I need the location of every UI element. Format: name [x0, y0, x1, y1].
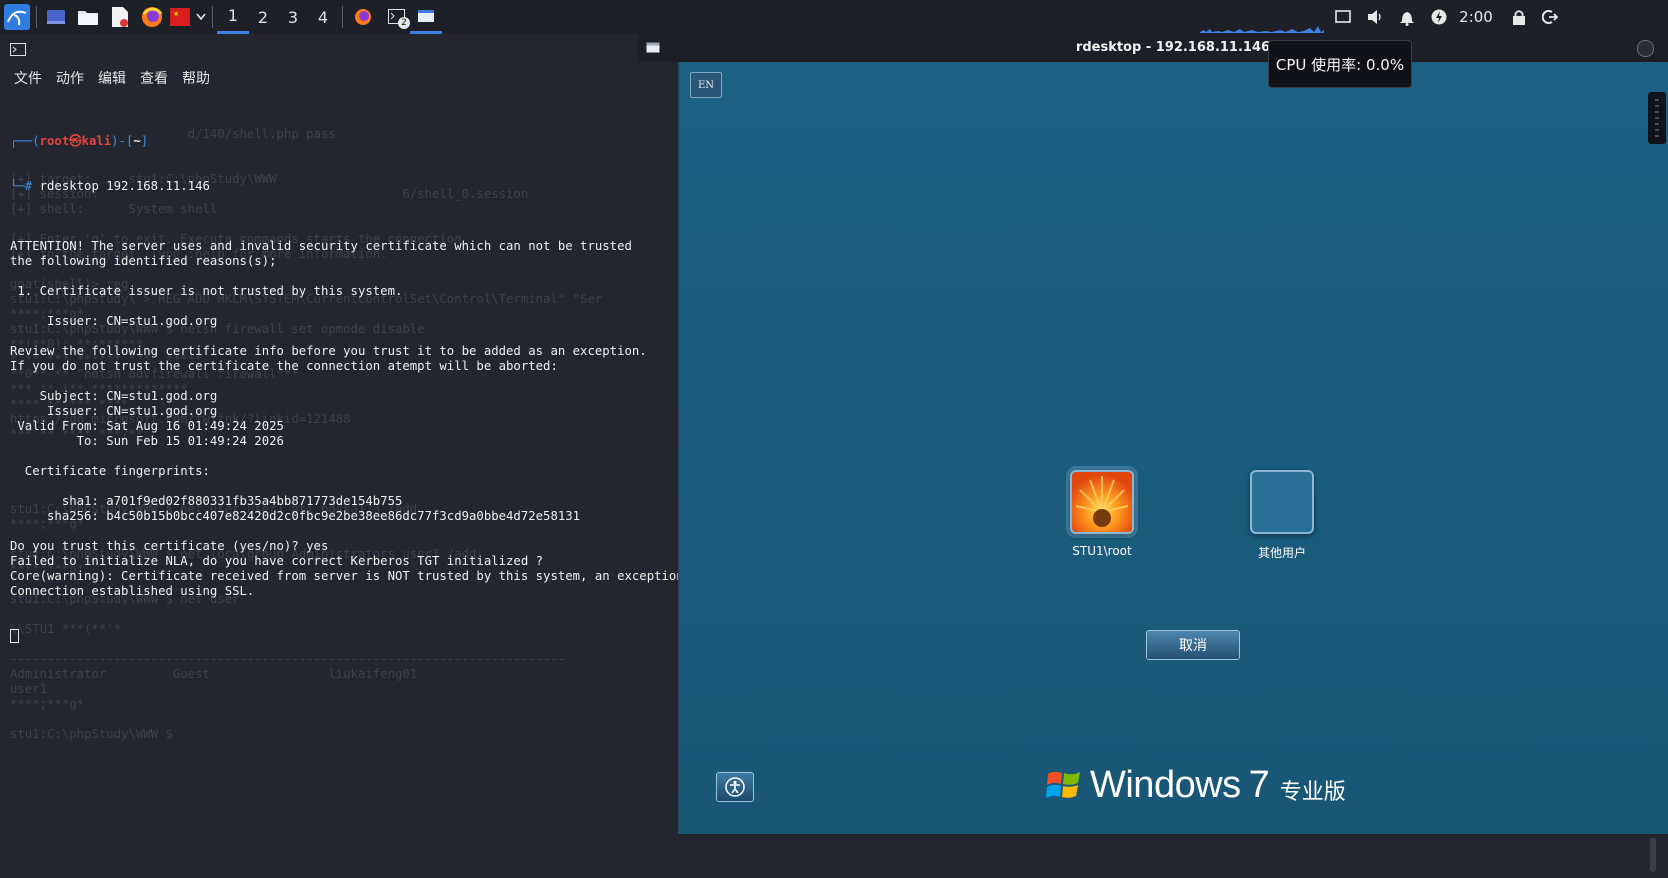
minimize-button[interactable] [1637, 40, 1654, 57]
terminal-line: sha256: b4c50b15b0bcc407e82420d2c0fbc9e2… [10, 509, 581, 523]
cancel-button[interactable]: 取消 [1146, 630, 1240, 660]
kali-menu-icon[interactable] [2, 0, 32, 34]
firefox-task-icon[interactable] [350, 0, 376, 34]
rdesktop-titlebar[interactable]: rdesktop - 192.168.11.146 [646, 34, 1668, 62]
screen-icon[interactable] [1332, 0, 1354, 34]
terminal-line: sha1: a701f9ed02f880331fb35a4bb871773de1… [10, 494, 403, 508]
cpu-graph[interactable] [1200, 20, 1324, 33]
prompt-user: root㉿kali [39, 134, 112, 148]
workspace-2[interactable]: 2 [247, 0, 279, 34]
cpu-usage-tooltip: CPU 使用率: 0.0% [1268, 40, 1412, 88]
taskbar: ★ 1 2 3 4 2 2:00 [0, 0, 1668, 35]
file-manager-icon[interactable] [74, 0, 102, 34]
rdesktop-window-icon [646, 42, 660, 53]
terminal-cursor-line [10, 629, 678, 644]
prompt-line-2: └─# rdesktop 192.168.11.146 [10, 179, 210, 193]
prompt-dir: ~ [133, 134, 141, 148]
ghost-line [10, 67, 678, 82]
terminal-line: Do you trust this certificate (yes/no)? … [10, 539, 329, 553]
lock-icon[interactable] [1508, 0, 1530, 34]
svg-text:★: ★ [173, 10, 179, 18]
show-desktop-icon[interactable] [42, 0, 70, 34]
ghost-line: stu1:C:\phpStudy\WWW $ [10, 727, 181, 741]
rdesktop-task-icon[interactable] [410, 0, 442, 34]
text-editor-icon[interactable] [106, 0, 134, 34]
brand-version: 7 [1248, 763, 1270, 806]
terminal-output[interactable]: ┌──(root㉿kali)-[~] └─# rdesktop 192.168.… [10, 104, 678, 674]
typed-command: rdesktop 192.168.11.146 [39, 179, 210, 193]
terminal-line: To: Sun Feb 15 01:49:24 2026 [10, 434, 284, 448]
ghost-line [10, 712, 678, 727]
terminal-window: 文件 动作 编辑 查看 帮助 d/140/shell.php pass [+] t… [0, 34, 678, 878]
language-button[interactable]: EN [690, 72, 722, 98]
windows-logo-icon [1046, 771, 1080, 798]
logout-icon[interactable] [1538, 0, 1562, 34]
scroll-handle[interactable] [1648, 92, 1666, 144]
other-user-avatar [1250, 470, 1314, 534]
terminal-task-icon[interactable]: 2 [382, 0, 412, 34]
task-count-badge: 2 [398, 17, 410, 29]
brand-windows: Windows [1090, 763, 1241, 806]
user-name-root: STU1\root [1072, 544, 1132, 558]
window-title: rdesktop - 192.168.11.146 [1075, 40, 1271, 55]
terminal-line: Failed to initialize NLA, do you have co… [10, 554, 544, 568]
user-name-other: 其他用户 [1257, 546, 1306, 560]
workspace-3[interactable]: 3 [277, 0, 309, 34]
workspace-1[interactable]: 1 [217, 0, 249, 34]
volume-icon[interactable] [1364, 0, 1386, 34]
terminal-line: 1. Certificate issuer is not trusted by … [10, 284, 403, 298]
user-avatar [1070, 470, 1134, 534]
workspace-4[interactable]: 4 [307, 0, 339, 34]
terminal-line: ATTENTION! The server uses and invalid s… [10, 239, 632, 253]
terminal-line: Core(warning): Certificate received from… [10, 569, 678, 583]
terminal-line: Subject: CN=stu1.god.org [10, 389, 218, 403]
ease-of-access-button[interactable] [716, 772, 754, 802]
ghost-line [10, 52, 678, 67]
terminal-output-lines: ATTENTION! The server uses and invalid s… [10, 224, 678, 599]
ghost-line [10, 82, 678, 97]
remote-desktop-screen[interactable] [680, 62, 1668, 834]
terminal-line: If you do not trust the certificate the … [10, 359, 558, 373]
terminal-line: Review the following certificate info be… [10, 344, 647, 358]
user-tile-root[interactable]: STU1\root [1054, 470, 1150, 558]
terminal-line: Connection established using SSL. [10, 584, 255, 598]
clock[interactable]: 2:00 [1454, 0, 1498, 34]
ghost-line: ****;***g* [10, 697, 85, 711]
terminal-line: the following identified reasons(s); [10, 254, 277, 268]
terminal-line: Issuer: CN=stu1.god.org [10, 404, 218, 418]
terminal-line: Certificate fingerprints: [10, 464, 210, 478]
firefox-icon[interactable] [138, 0, 166, 34]
notification-bell-icon[interactable] [1396, 0, 1418, 34]
ease-of-access-icon [725, 777, 745, 797]
brand-edition: 专业版 [1279, 780, 1346, 805]
chevron-down-icon[interactable] [194, 0, 208, 34]
terminal-line: Issuer: CN=stu1.god.org [10, 314, 218, 328]
rdesktop-titlebar-left [638, 34, 680, 62]
scrollbar-thumb[interactable] [1650, 838, 1656, 872]
ghost-line: user1 [10, 682, 48, 696]
windows7-branding: Windows 7 专业版 [1044, 760, 1346, 810]
terminal-line: Valid From: Sat Aug 16 01:49:24 2025 [10, 419, 284, 433]
desktop-bottom-area [678, 834, 1668, 878]
red-app-icon[interactable]: ★ [168, 0, 192, 34]
user-tile-other[interactable]: 其他用户 [1234, 470, 1330, 561]
terminal-cursor [10, 629, 19, 643]
power-status-icon[interactable] [1428, 0, 1450, 34]
prompt-line-1: ┌──(root㉿kali)-[~] [10, 134, 149, 148]
